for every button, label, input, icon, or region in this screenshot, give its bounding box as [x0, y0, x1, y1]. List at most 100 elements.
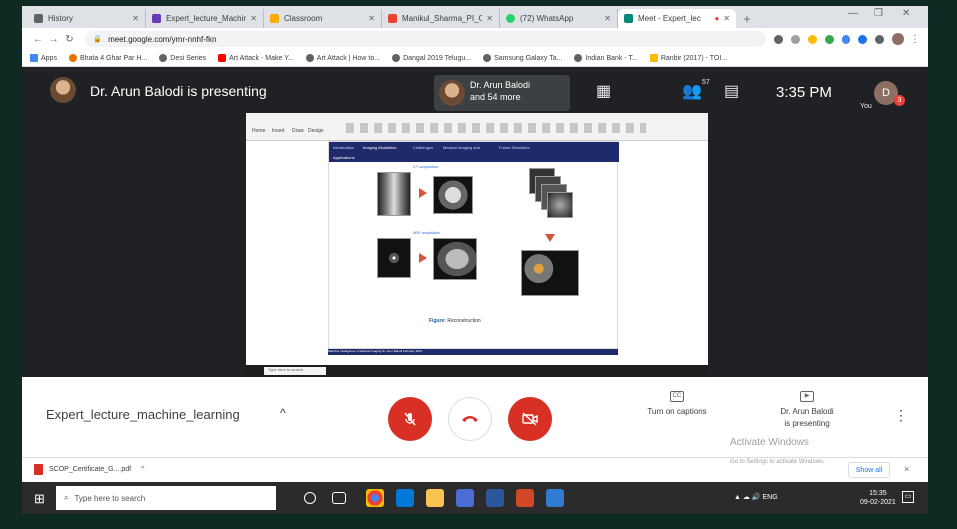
chevron-up-icon[interactable]: ^: [141, 466, 144, 473]
window-close-icon[interactable]: ✕: [902, 8, 910, 19]
word-icon[interactable]: [486, 489, 504, 507]
close-icon[interactable]: ✕: [132, 14, 139, 23]
star-icon[interactable]: [807, 34, 817, 44]
browser-tab[interactable]: History ✕: [28, 9, 146, 28]
mic-off-button[interactable]: [388, 397, 432, 441]
you-label: You: [860, 103, 872, 110]
slice-stack-image: [547, 192, 573, 218]
chrome-icon[interactable]: [366, 489, 384, 507]
presenter-avatar: [50, 77, 76, 103]
camera-off-button[interactable]: [508, 397, 552, 441]
bookmark-item[interactable]: Bhata 4 Ghar Par H...: [68, 54, 147, 62]
url-text: meet.google.com/ymr-nnhf-fkn: [108, 34, 217, 44]
maximize-icon[interactable]: ❐: [874, 8, 883, 19]
task-view-icon[interactable]: [332, 492, 346, 504]
bookmark-label: Dangal 2019 Telugu...: [403, 54, 472, 62]
forward-icon[interactable]: →: [46, 34, 62, 45]
action-center-icon[interactable]: ▭: [902, 491, 914, 503]
presenter-bar: Dr. Arun Balodi is presenting Dr. Arun B…: [22, 67, 928, 113]
close-icon[interactable]: ✕: [368, 14, 375, 23]
extension-icon[interactable]: [858, 34, 868, 44]
presenting-button[interactable]: ▶ Dr. Arun Balodi is presenting: [762, 391, 852, 430]
photos-icon[interactable]: [546, 489, 564, 507]
bookmark-label: Art Attack - Make Y...: [229, 54, 294, 62]
participant-tile[interactable]: Dr. Arun Balodi and 54 more: [434, 75, 570, 111]
participant-name: Dr. Arun Balodi: [470, 80, 531, 90]
back-icon[interactable]: ←: [30, 34, 46, 45]
leave-call-button[interactable]: [448, 397, 492, 441]
browser-tab[interactable]: Manikul_Sharma_PI_GT ✕: [382, 9, 500, 28]
browser-tab-active[interactable]: Meet - Expert_lec ● ✕: [618, 9, 736, 28]
participant-count: 57: [702, 79, 710, 86]
close-icon[interactable]: ×: [904, 464, 909, 474]
close-icon[interactable]: ✕: [250, 14, 257, 23]
bookmark-item[interactable]: Samsung Galaxy Ta...: [483, 54, 562, 62]
call-controls: Expert_lecture_machine_learning ^ CC Tur…: [22, 377, 928, 457]
tray-clock[interactable]: 15:35 09-02-2021: [860, 489, 896, 507]
chat-icon[interactable]: ▤: [724, 81, 739, 101]
download-item[interactable]: SCOP_Certificate_G....pdf ^: [34, 464, 144, 475]
slide-app-toolbar: Home Insert Draw Design: [246, 113, 708, 141]
powerpoint-icon[interactable]: [516, 489, 534, 507]
taskbar-search[interactable]: ⌕ Type here to search: [56, 486, 276, 510]
bookmark-apps[interactable]: Apps: [30, 54, 57, 62]
file-explorer-icon[interactable]: [426, 489, 444, 507]
windows-start-icon[interactable]: ⊞: [34, 491, 45, 507]
taskbar-search-placeholder: Type here to search: [74, 493, 146, 503]
grid-layout-icon[interactable]: ▦: [596, 81, 611, 101]
presenting-title: Dr. Arun Balodi is presenting: [90, 83, 267, 99]
puzzle-icon[interactable]: [875, 34, 885, 44]
bookmark-item[interactable]: Dangal 2019 Telugu...: [392, 54, 471, 62]
system-tray[interactable]: ▲ ☁ 🔊 ENG: [734, 493, 778, 501]
close-icon[interactable]: ✕: [723, 14, 730, 23]
hangup-icon: [462, 416, 478, 422]
browser-tab[interactable]: Classroom ✕: [264, 9, 382, 28]
tab-strip: History ✕ Expert_lecture_Machin ✕ Classroo…: [22, 6, 928, 28]
store-icon[interactable]: [456, 489, 474, 507]
reload-icon[interactable]: ↻: [62, 34, 78, 45]
profile-icon[interactable]: [892, 33, 904, 45]
minimize-icon[interactable]: —: [848, 8, 858, 19]
globe-icon: [574, 54, 583, 62]
address-bar[interactable]: 🔒 meet.google.com/ymr-nnhf-fkn: [85, 31, 767, 47]
meet-stage: Dr. Arun Balodi is presenting Dr. Arun B…: [22, 67, 928, 377]
tray-time: 15:35: [869, 490, 887, 497]
bookmark-item[interactable]: Desi Series: [159, 54, 206, 62]
tab-title: Classroom: [284, 14, 323, 23]
people-icon[interactable]: 👥: [682, 81, 702, 101]
browser-tab[interactable]: (72) WhatsApp ✕: [500, 9, 618, 28]
bookmarks-bar: Apps Bhata 4 Ghar Par H... Desi Series A…: [22, 50, 928, 67]
presenter-search: Type here to search: [264, 367, 326, 375]
tray-date: 09-02-2021: [860, 499, 896, 506]
slide-header: Introduction Imaging Modalities Challeng…: [329, 142, 619, 162]
bookmark-label: Samsung Galaxy Ta...: [494, 54, 563, 62]
extension-icon[interactable]: [841, 34, 851, 44]
bookmark-item[interactable]: Indian Bank - T...: [574, 54, 638, 62]
cortana-icon[interactable]: [304, 492, 316, 504]
extension-icon[interactable]: [824, 34, 834, 44]
zoom-icon[interactable]: [790, 34, 800, 44]
forms-icon: [152, 14, 161, 23]
slide-nav-item: Introduction: [333, 145, 354, 150]
meeting-name[interactable]: Expert_lecture_machine_learning: [46, 407, 240, 422]
close-icon[interactable]: ✕: [486, 14, 493, 23]
caption-text: Reconstruction: [445, 318, 481, 324]
edge-icon[interactable]: [396, 489, 414, 507]
ct-slice-image: [433, 176, 473, 214]
slide-nav-item: Future Directions: [499, 145, 530, 150]
bookmark-item[interactable]: Ranbir (2017) - TOI...: [649, 54, 727, 62]
camera-icon[interactable]: [774, 34, 783, 44]
tab-title: History: [48, 14, 73, 23]
browser-tab[interactable]: Expert_lecture_Machin ✕: [146, 9, 264, 28]
close-icon[interactable]: ✕: [604, 14, 611, 23]
bookmark-item[interactable]: Art Attack | How to...: [305, 54, 380, 62]
new-tab-button[interactable]: +: [736, 9, 758, 28]
slide-heading: Applications: [333, 155, 355, 160]
menu-icon[interactable]: ⋮: [910, 34, 920, 45]
apps-icon: [30, 54, 38, 62]
captions-button[interactable]: CC Turn on captions: [632, 391, 722, 418]
show-all-button[interactable]: Show all: [848, 462, 890, 478]
bookmark-item[interactable]: Art Attack - Make Y...: [218, 54, 294, 62]
chevron-up-icon[interactable]: ^: [280, 406, 286, 420]
more-options-icon[interactable]: ⋮: [894, 407, 908, 424]
